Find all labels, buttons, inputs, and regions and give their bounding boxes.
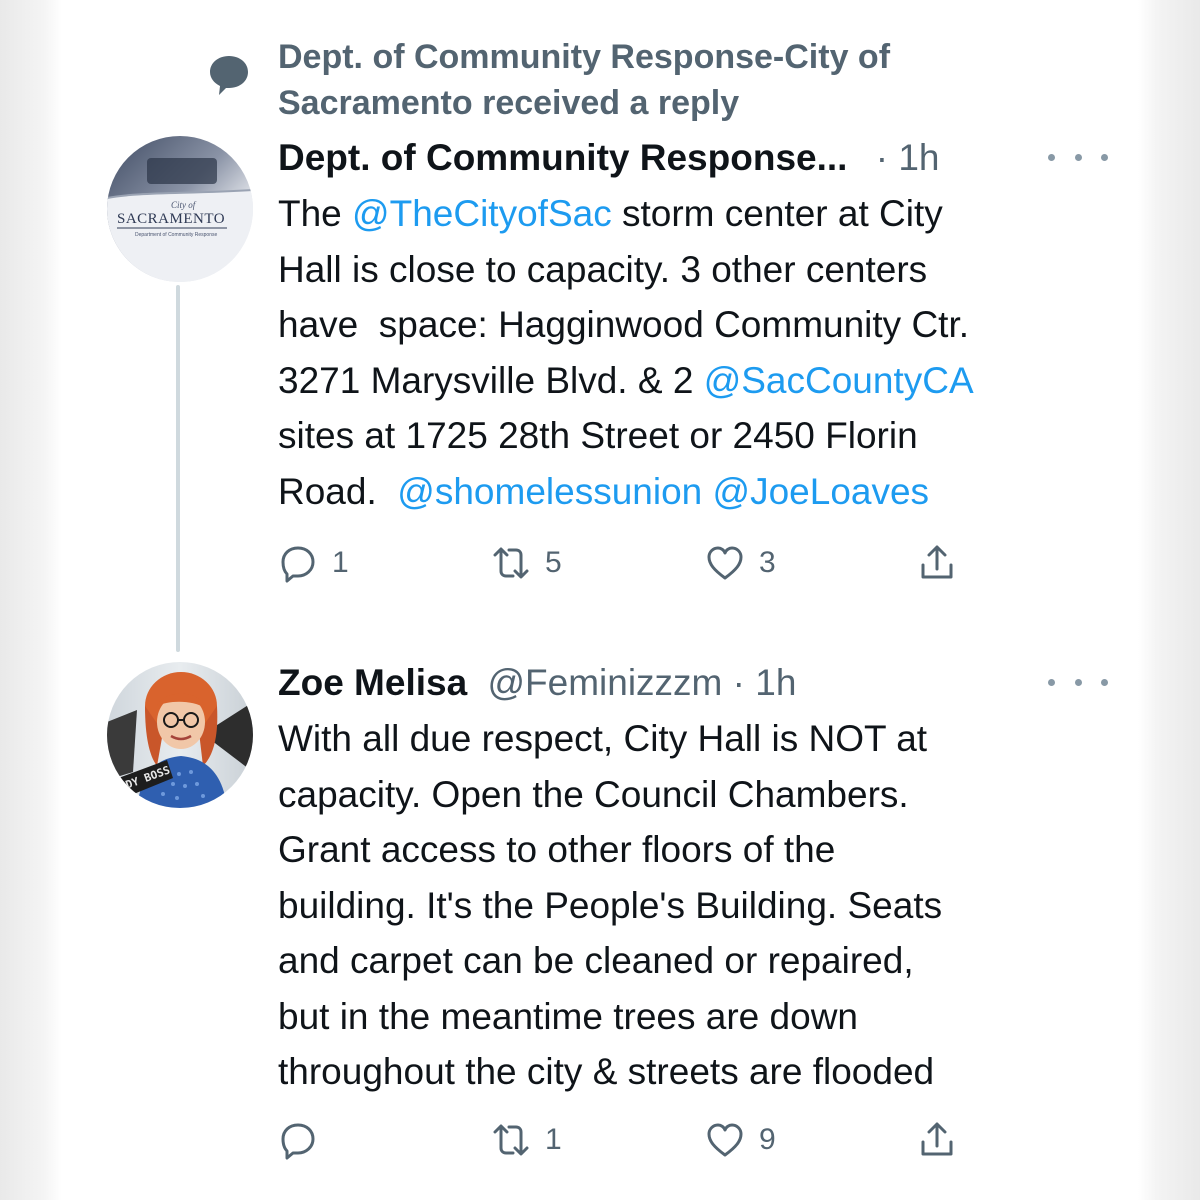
mention-link[interactable]: @JoeLoaves [713, 471, 930, 512]
city-of-sacramento-logo: City of SACRAMENTO Department of Communi… [107, 136, 253, 282]
reply-count: 1 [332, 546, 349, 579]
like-button[interactable]: 9 [705, 1115, 776, 1165]
context-line-2: Sacramento received a reply [278, 84, 740, 122]
avatar[interactable]: City of SACRAMENTO Department of Communi… [107, 136, 253, 282]
reply-button[interactable] [278, 1115, 332, 1165]
mention-link[interactable]: @SacCountyCA [704, 360, 974, 401]
tweet-header: Dept. of Community Response... · 1h [278, 133, 1098, 183]
tweet-actions: 1 5 3 [278, 538, 1038, 588]
share-button[interactable] [917, 538, 957, 588]
retweet-count: 5 [545, 546, 562, 579]
display-name[interactable]: Zoe Melisa [278, 662, 467, 703]
tweet-feed: Dept. of Community Response-City of Sacr… [62, 0, 1138, 1200]
reply-icon [281, 546, 315, 583]
like-count: 3 [759, 546, 776, 579]
retweet-button[interactable]: 5 [491, 538, 562, 588]
retweet-count: 1 [545, 1123, 562, 1156]
tweet-header: Zoe Melisa @Feminizzzm · 1h [278, 658, 1098, 708]
share-icon [921, 545, 953, 579]
text-segment [702, 471, 712, 512]
like-button[interactable]: 3 [705, 538, 776, 588]
avatar[interactable]: NDY BOSS [107, 662, 253, 808]
tweet-text: The @TheCityofSac storm center at City H… [278, 186, 1098, 519]
logo-city-of: City of [171, 200, 197, 210]
context-line-1: Dept. of Community Response-City of [278, 38, 891, 76]
display-name[interactable]: Dept. of Community Response... [278, 137, 847, 178]
handle[interactable]: @Feminizzzm [487, 662, 722, 703]
mention-link[interactable]: @shomelessunion [397, 471, 702, 512]
reply-button[interactable]: 1 [278, 538, 349, 588]
more-options-icon[interactable] [1048, 672, 1108, 692]
left-frame-border [0, 0, 62, 1200]
context-text: Dept. of Community Response-City of Sacr… [278, 34, 998, 126]
retweet-button[interactable]: 1 [491, 1115, 562, 1165]
tweet-text: With all due respect, City Hall is NOT a… [278, 718, 943, 1092]
text-segment: The [278, 193, 353, 234]
speech-bubble-icon [206, 52, 252, 98]
heart-icon [707, 1123, 743, 1157]
timestamp[interactable]: · 1h [733, 662, 797, 703]
timestamp[interactable]: · 1h [876, 137, 940, 178]
thread-connector-line [176, 285, 180, 652]
reply-icon [281, 1123, 315, 1160]
logo-sacramento: SACRAMENTO [117, 211, 225, 227]
retweet-icon [493, 547, 529, 579]
mention-link[interactable]: @TheCityofSac [352, 193, 612, 234]
heart-icon [707, 546, 743, 580]
retweet-icon [493, 1124, 529, 1156]
share-button[interactable] [917, 1115, 957, 1165]
more-options-icon[interactable] [1048, 147, 1108, 167]
tweet-actions: 1 9 [278, 1115, 1038, 1165]
right-frame-border [1138, 0, 1200, 1200]
share-icon [921, 1122, 953, 1156]
profile-photo: NDY BOSS [107, 662, 253, 808]
logo-department: Department of Community Response [135, 232, 217, 238]
like-count: 9 [759, 1123, 776, 1156]
reply-notification-context[interactable]: Dept. of Community Response-City of Sacr… [62, 0, 1138, 125]
